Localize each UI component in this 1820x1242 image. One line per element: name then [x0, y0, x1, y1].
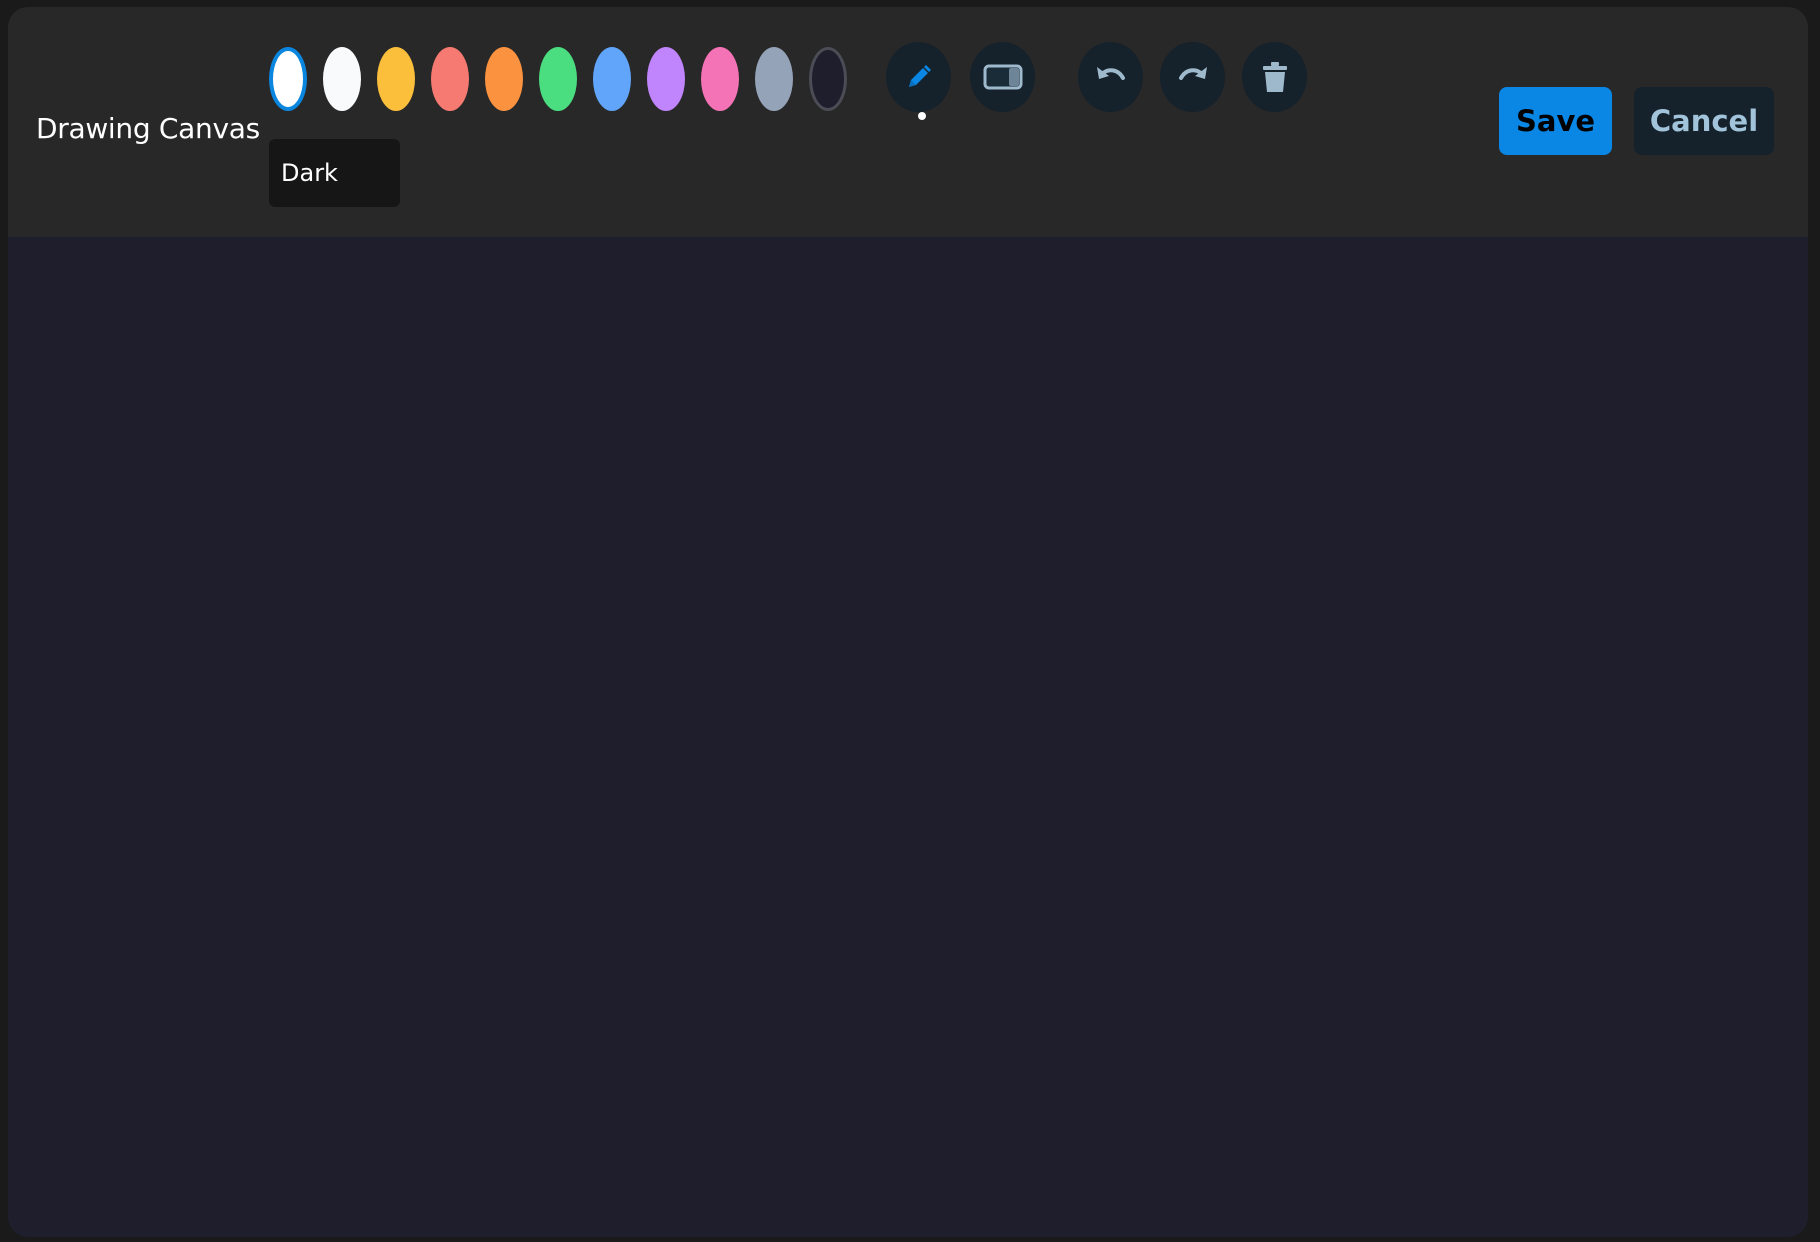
- color-swatch[interactable]: [269, 47, 307, 111]
- color-swatch[interactable]: [431, 47, 469, 111]
- color-swatch[interactable]: [377, 47, 415, 111]
- color-swatch[interactable]: [701, 47, 739, 111]
- undo-button[interactable]: [1078, 42, 1143, 112]
- theme-label[interactable]: Dark: [269, 139, 400, 207]
- eraser-icon: [983, 64, 1022, 90]
- pencil-icon: [908, 65, 931, 87]
- drawing-area[interactable]: [8, 237, 1808, 1237]
- color-swatch[interactable]: [647, 47, 685, 111]
- color-swatch[interactable]: [539, 47, 577, 111]
- pen-tool-button[interactable]: [886, 42, 951, 112]
- window-title: Drawing Canvas: [36, 112, 260, 145]
- drawing-canvas-window: Drawing Canvas Dark Save Cancel: [8, 7, 1808, 1237]
- clear-button[interactable]: [1242, 42, 1307, 112]
- color-swatch[interactable]: [485, 47, 523, 111]
- active-tool-indicator: [918, 112, 926, 120]
- redo-icon: [1178, 67, 1207, 80]
- cancel-button[interactable]: Cancel: [1634, 87, 1774, 155]
- save-button[interactable]: Save: [1499, 87, 1612, 155]
- trash-icon: [1262, 62, 1287, 92]
- toolbar: Drawing Canvas Dark Save Cancel: [8, 7, 1808, 237]
- eraser-tool-button[interactable]: [970, 42, 1035, 112]
- color-swatch[interactable]: [809, 47, 847, 111]
- color-swatch[interactable]: [593, 47, 631, 111]
- color-swatch[interactable]: [755, 47, 793, 111]
- color-swatch[interactable]: [323, 47, 361, 111]
- redo-button[interactable]: [1160, 42, 1225, 112]
- undo-icon: [1096, 67, 1125, 80]
